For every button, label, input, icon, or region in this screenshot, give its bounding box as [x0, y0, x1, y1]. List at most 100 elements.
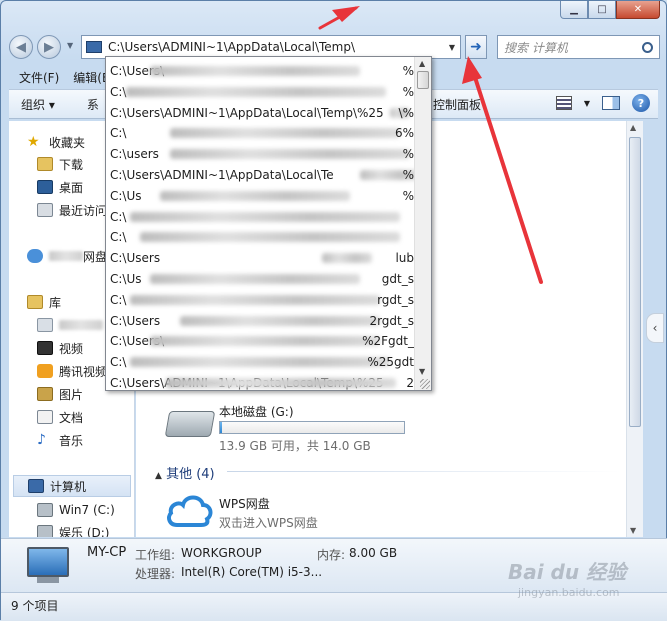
nav-drive-d[interactable]: 娱乐 (D:): [37, 521, 109, 537]
computer-icon: [28, 479, 44, 493]
nav-favorites-label: 收藏夹: [49, 135, 86, 150]
organize-button[interactable]: 组织 ▾: [9, 96, 67, 113]
dropdown-history-item[interactable]: C:\Users\ADMINI~1\AppData\Local\Temp\%25…: [110, 373, 416, 390]
dropdown-history-item[interactable]: C:\Users\ %2Fgdt_: [110, 331, 416, 351]
address-path[interactable]: C:\Users\ADMINI~1\AppData\Local\Temp\: [108, 40, 444, 54]
dropdown-history-item[interactable]: C:\ 6%: [110, 123, 416, 143]
redacted-text: [160, 190, 350, 201]
nav-library[interactable]: 库: [27, 291, 61, 313]
nav-cloud-drive[interactable]: 网盘: [27, 245, 107, 267]
redacted-text: [126, 86, 386, 97]
dropdown-scrollbar[interactable]: ▲ ▼: [414, 57, 431, 390]
nav-cloud-label: 网盘: [83, 249, 108, 264]
chevron-left-icon: ‹: [652, 321, 658, 335]
other-group-header[interactable]: ▲ 其他 (4): [155, 463, 215, 482]
minimize-button[interactable]: ▁: [560, 1, 588, 19]
nav-drive-c[interactable]: Win7 (C:): [37, 499, 115, 521]
search-icon[interactable]: [642, 41, 653, 53]
redacted-text: [130, 357, 390, 368]
dropdown-history-text: C:\: [110, 126, 127, 141]
dropdown-history-item[interactable]: C:\Us gdt_s: [110, 269, 416, 289]
search-box[interactable]: 搜索 计算机: [497, 35, 660, 59]
scroll-down-icon[interactable]: ▼: [630, 526, 636, 535]
dropdown-history-text: C:\Users: [110, 251, 161, 266]
dropdown-scroll-up-icon[interactable]: ▲: [419, 59, 425, 68]
nav-favorites[interactable]: ★ 收藏夹: [27, 131, 85, 153]
item-count: 9 个项目: [11, 599, 59, 613]
nav-desktop-label: 桌面: [59, 180, 84, 195]
content-scrollbar[interactable]: ▲ ▼: [626, 121, 643, 537]
redacted-text: [59, 320, 103, 330]
dropdown-history-item[interactable]: C:\ %25gdt: [110, 352, 416, 372]
dropdown-history-item[interactable]: C:\Us%: [110, 186, 416, 206]
dropdown-history-item[interactable]: C:\: [110, 207, 416, 227]
close-button[interactable]: ✕: [616, 1, 660, 19]
forward-button[interactable]: ▶: [37, 35, 61, 59]
tencent-video-icon: [37, 364, 53, 378]
dropdown-history-item[interactable]: C:\: [110, 227, 416, 247]
dropdown-history-item[interactable]: C:\Users\ADMINI~1\AppData\Local\Te%: [110, 165, 416, 185]
redacted-text: [180, 315, 380, 326]
scroll-up-icon[interactable]: ▲: [630, 123, 636, 132]
dropdown-history-item[interactable]: C:\Users 2rgdt_s: [110, 311, 416, 331]
hard-drive-icon: [164, 411, 216, 437]
dropdown-history-tail: 2rgdt_s: [369, 313, 414, 328]
redacted-text: [130, 211, 400, 222]
dropdown-history-text: C:\: [110, 209, 127, 224]
back-button[interactable]: ◀: [9, 35, 33, 59]
nav-tencent-video[interactable]: 腾讯视频: [37, 360, 107, 382]
change-view-icon[interactable]: [555, 96, 572, 110]
dropdown-history-item[interactable]: C:\users%: [110, 144, 416, 164]
cpu-label: 处理器:: [135, 567, 176, 581]
forward-arrow-icon: ▶: [44, 39, 54, 55]
dropdown-history-item[interactable]: C:\Users\%: [110, 61, 416, 81]
nav-tencent-video-label: 腾讯视频: [59, 364, 108, 379]
nav-recent[interactable]: 最近访问: [37, 199, 107, 221]
address-history-dropdown: C:\Users\% C:\% C:\Users\ADMINI~1\AppData\…: [105, 56, 432, 391]
dropdown-history-text: C:\: [110, 355, 127, 370]
nav-computer-label: 计算机: [50, 479, 87, 494]
nav-documents[interactable]: 文档: [37, 406, 83, 428]
maximize-button[interactable]: □: [588, 1, 616, 19]
nav-computer[interactable]: 计算机: [13, 475, 131, 497]
dropdown-history-item[interactable]: C:\Users\ADMINI~1\AppData\Local\Temp\%25…: [110, 103, 416, 123]
menu-file[interactable]: 文件(F): [19, 69, 59, 86]
nav-desktop[interactable]: 桌面: [37, 176, 83, 198]
collapse-side-tab[interactable]: ‹: [646, 313, 664, 343]
workgroup-label: 工作组:: [135, 548, 176, 562]
nav-pictures[interactable]: 图片: [37, 383, 83, 405]
dropdown-history-text: C:\: [110, 292, 127, 307]
dropdown-scroll-thumb[interactable]: [417, 71, 429, 89]
library-item-icon: [37, 318, 53, 332]
dropdown-history-tail: %: [402, 84, 414, 99]
nav-music[interactable]: ♪ 音乐: [37, 429, 83, 451]
dropdown-scroll-down-icon[interactable]: ▼: [419, 367, 425, 376]
computer-monitor-icon: [27, 547, 69, 577]
nav-videos[interactable]: 视频: [37, 337, 83, 359]
dropdown-history-tail: 6%: [394, 126, 414, 141]
wps-cloud-name[interactable]: WPS网盘: [219, 495, 270, 512]
view-dropdown-icon[interactable]: ▼: [584, 99, 590, 108]
dropdown-history-item[interactable]: C:\ rgdt_s: [110, 290, 416, 310]
dropdown-history-tail: lub: [395, 251, 414, 266]
go-button[interactable]: ➜: [465, 35, 487, 59]
drive-g-usage-bar: [219, 421, 405, 434]
go-arrow-icon: ➜: [470, 39, 482, 55]
star-icon: ★: [27, 134, 40, 150]
wps-cloud-icon[interactable]: [165, 491, 213, 529]
address-history-dropdown-icon[interactable]: ▼: [444, 43, 460, 52]
collapse-triangle-icon[interactable]: ▲: [155, 471, 162, 481]
help-icon[interactable]: ?: [632, 94, 650, 112]
dropdown-history-item[interactable]: C:\%: [110, 82, 416, 102]
scroll-thumb[interactable]: [629, 137, 641, 427]
search-placeholder[interactable]: 搜索 计算机: [504, 39, 642, 56]
nav-drive-d-label: 娱乐 (D:): [59, 525, 110, 538]
recent-pages-dropdown[interactable]: ▼: [67, 41, 73, 50]
preview-pane-icon[interactable]: [602, 96, 620, 110]
resize-grip[interactable]: [420, 379, 430, 389]
dropdown-history-text: C:\Users\ADMINI~1\AppData\Local\Temp\%25: [110, 105, 384, 120]
nav-pictures-label: 图片: [59, 387, 84, 402]
dropdown-history-item[interactable]: C:\Users lub: [110, 248, 416, 268]
nav-redacted-library[interactable]: [37, 314, 103, 336]
nav-downloads[interactable]: 下载: [37, 153, 83, 175]
